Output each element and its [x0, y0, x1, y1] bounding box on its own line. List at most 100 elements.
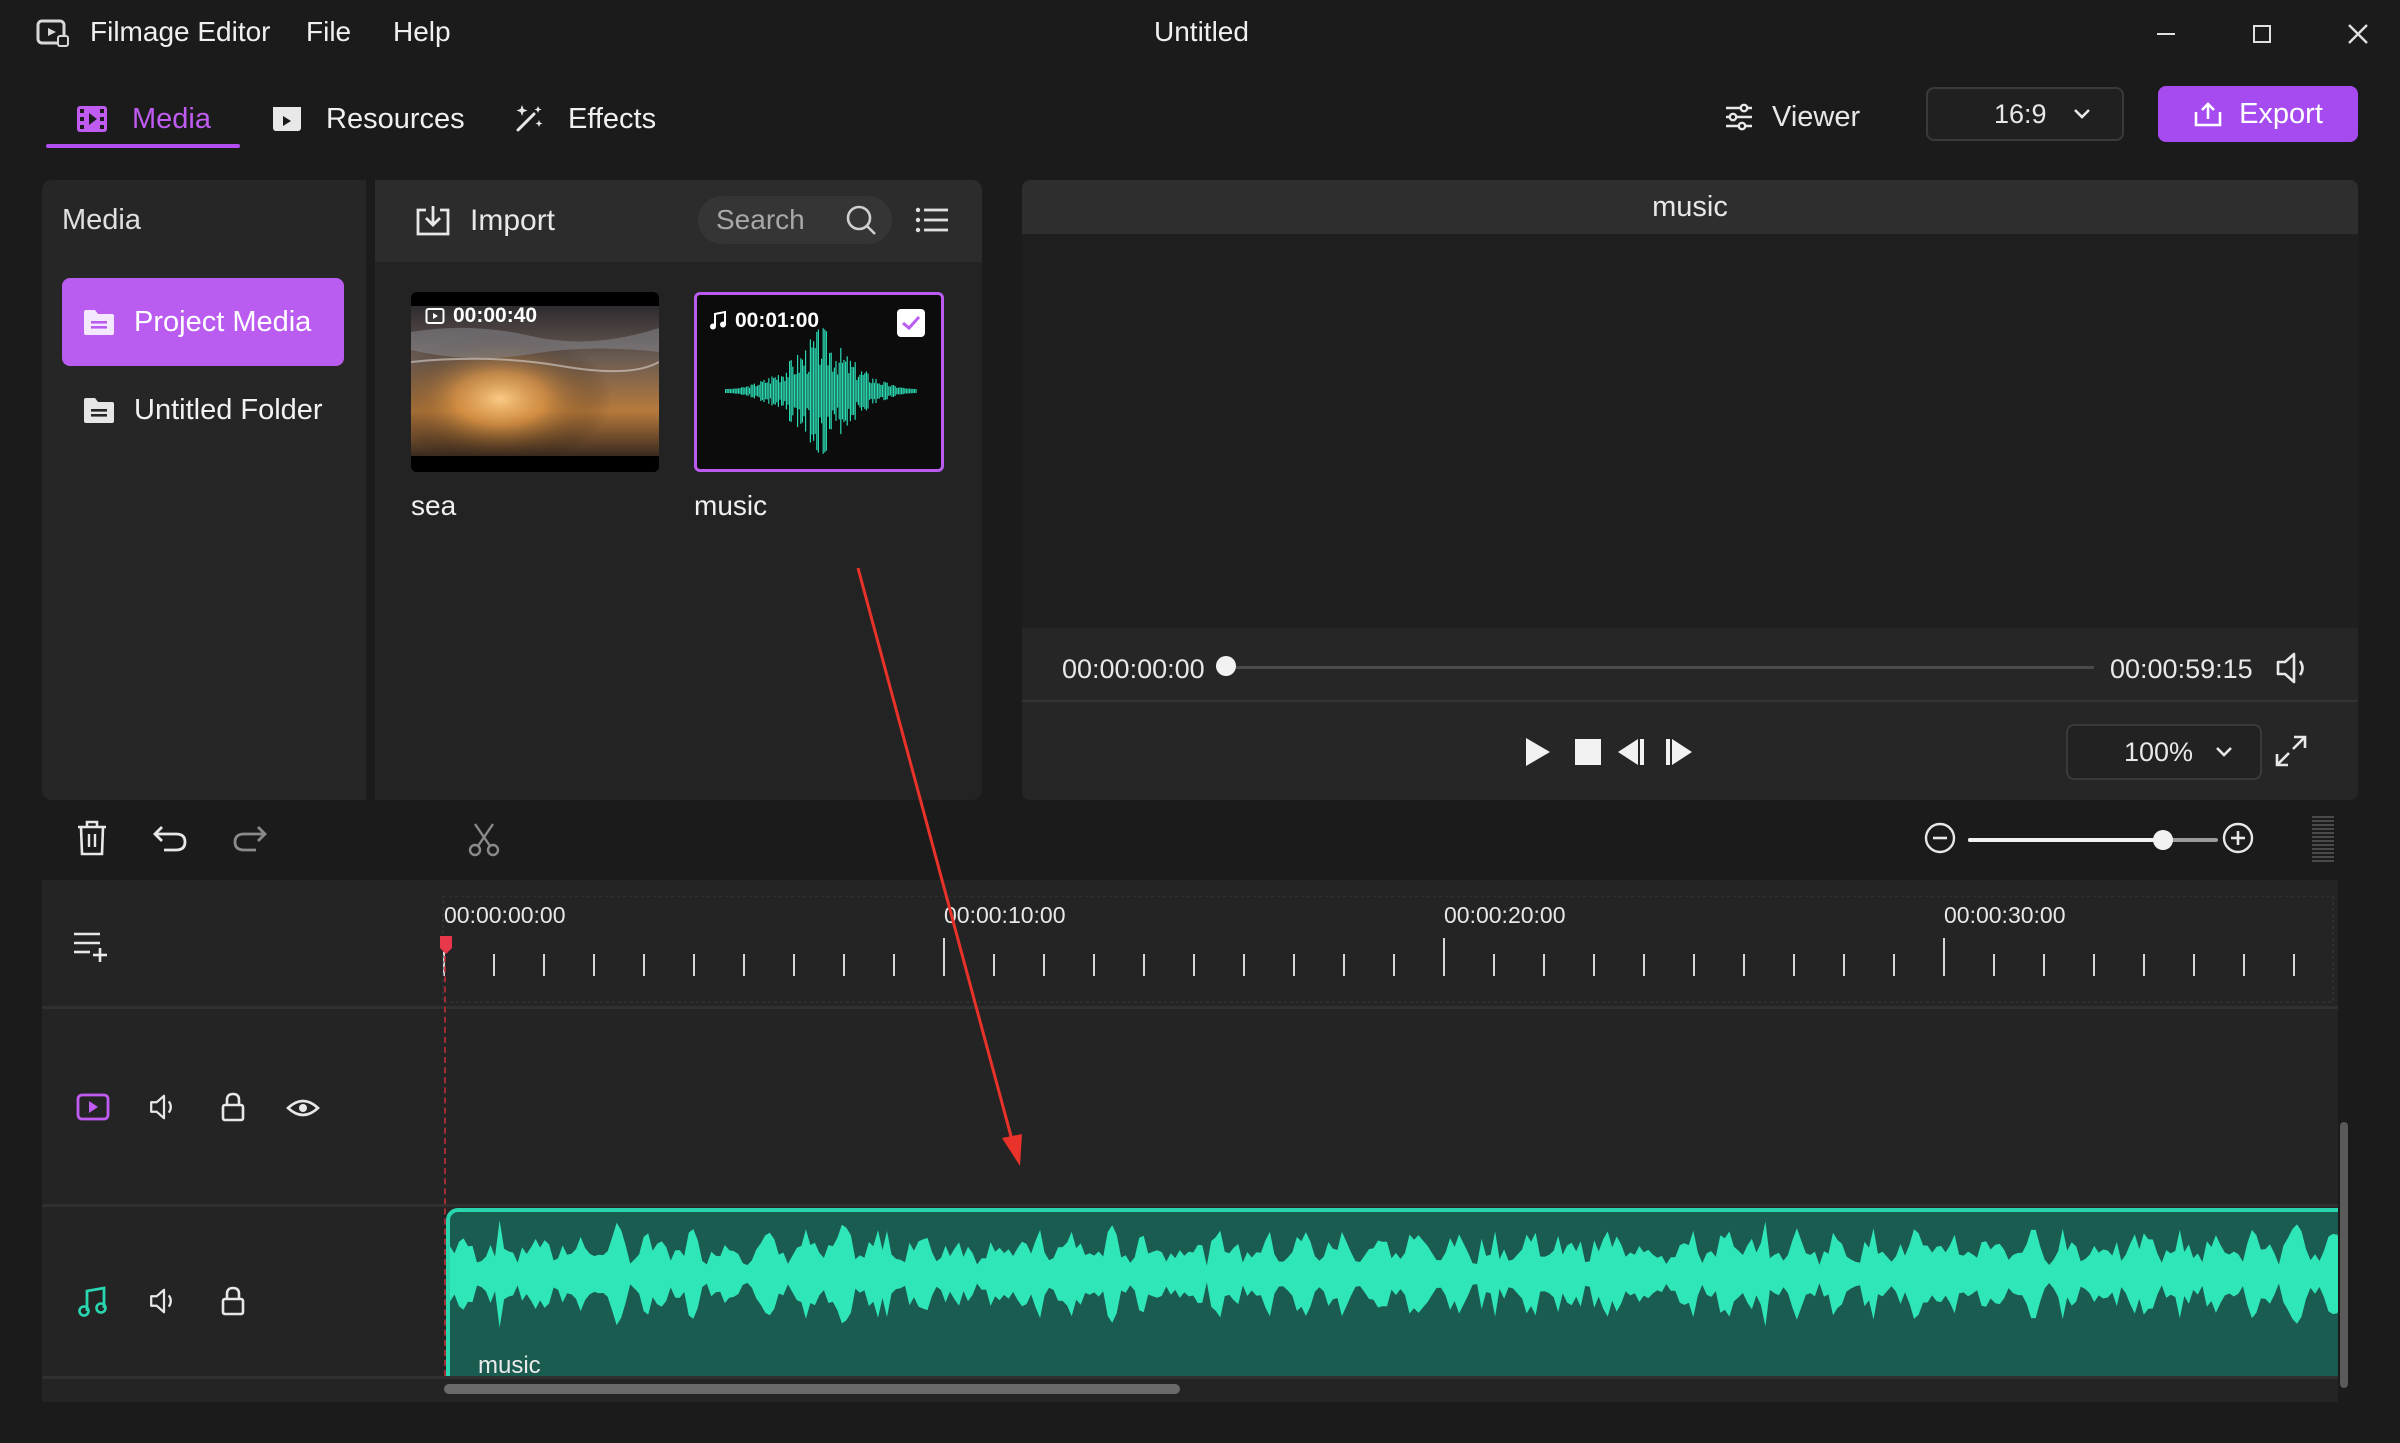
video-track-lock-button[interactable]: [220, 1092, 246, 1122]
lock-icon: [221, 1286, 245, 1316]
speaker-icon: [2276, 652, 2304, 684]
video-track-mute-button[interactable]: [148, 1092, 180, 1122]
scrubber-handle[interactable]: [1216, 656, 1236, 676]
import-icon: [416, 206, 450, 236]
timeline-ruler[interactable]: [442, 896, 2338, 1004]
end-timecode: 00:00:59:15: [2110, 654, 2253, 684]
timeline-vertical-scrollbar[interactable]: [2340, 1122, 2348, 1388]
volume-button[interactable]: [2274, 650, 2314, 686]
aspect-ratio-value: 16:9: [1994, 98, 2047, 129]
delete-button[interactable]: [72, 818, 112, 858]
search-placeholder: Search: [716, 204, 805, 235]
fullscreen-button[interactable]: [2274, 734, 2308, 768]
import-button[interactable]: Import: [414, 200, 555, 242]
upload-icon: [2194, 102, 2222, 127]
menu-help[interactable]: Help: [393, 16, 451, 48]
tab-media[interactable]: Media: [74, 92, 211, 146]
active-tab-indicator: [46, 144, 240, 148]
play-button[interactable]: [1522, 736, 1552, 768]
previous-frame-button[interactable]: [1616, 736, 1646, 768]
controls-divider: [1022, 700, 2358, 702]
eye-icon: [286, 1099, 320, 1117]
preview-screen: [1022, 234, 2358, 628]
timeline-horizontal-scrollbar[interactable]: [444, 1384, 1180, 1394]
sidebar-title: Media: [62, 204, 141, 236]
close-icon: [2348, 24, 2368, 44]
duration-badge: 00:00:40: [425, 304, 537, 328]
playback-scrubber[interactable]: [1226, 666, 2094, 669]
track-divider: [42, 1376, 2338, 1379]
video-track-icon: [76, 1092, 110, 1122]
minimize-button[interactable]: [2136, 12, 2196, 56]
zoom-select[interactable]: 100%: [2066, 724, 2262, 780]
scissors-icon: [468, 823, 500, 857]
selected-checkbox[interactable]: [897, 309, 925, 337]
sliders-icon: [1726, 103, 1752, 131]
playhead-line: [444, 936, 448, 1376]
duration-text: 00:00:40: [453, 304, 538, 327]
media-item-name: music: [694, 490, 768, 521]
media-sidebar: [42, 180, 366, 800]
media-item-sea[interactable]: 00:00:40: [411, 292, 659, 472]
minimize-icon: [2157, 33, 2175, 35]
tab-effects[interactable]: Effects: [512, 92, 656, 146]
minus-circle-icon: [1924, 822, 1956, 854]
media-item-name: sea: [411, 490, 457, 521]
audio-track-lock-button[interactable]: [220, 1286, 246, 1316]
speaker-icon: [150, 1288, 172, 1314]
zoom-out-button[interactable]: [1920, 818, 1960, 858]
media-item-music[interactable]: 00:01:00: [694, 292, 944, 472]
expand-icon: [2275, 735, 2307, 767]
folder-icon: [84, 310, 114, 335]
track-divider: [42, 1006, 2338, 1009]
maximize-icon: [2253, 25, 2271, 43]
aspect-ratio-select[interactable]: 16:9: [1926, 87, 2124, 141]
split-button[interactable]: [464, 820, 504, 860]
next-frame-button[interactable]: [1664, 736, 1694, 768]
search-input[interactable]: Search: [698, 196, 892, 244]
document-title: Untitled: [1154, 16, 1249, 47]
redo-button[interactable]: [230, 818, 270, 858]
sidebar-item-project-media[interactable]: Project Media: [62, 278, 344, 366]
app-logo-icon: [36, 18, 70, 48]
viewer-button[interactable]: Viewer: [1724, 94, 1860, 140]
playhead-marker[interactable]: [438, 934, 454, 956]
music-note-icon: [710, 311, 726, 330]
timeline-zoom-fill: [1968, 838, 2163, 842]
step-back-icon: [1618, 739, 1644, 765]
tab-effects-label: Effects: [568, 102, 657, 135]
undo-button[interactable]: [150, 818, 190, 858]
sidebar-item-label: Project Media: [134, 305, 312, 338]
maximize-button[interactable]: [2232, 12, 2292, 56]
list-view-button[interactable]: [914, 204, 950, 236]
add-track-icon: [74, 932, 107, 962]
duration-text: 00:01:00: [735, 309, 820, 332]
current-timecode: 00:00:00:00: [1062, 654, 1205, 684]
viewer-label: Viewer: [1772, 100, 1861, 133]
trash-icon: [78, 820, 106, 856]
menu-file[interactable]: File: [306, 16, 351, 48]
video-track-visibility-button[interactable]: [286, 1096, 320, 1120]
audio-track-mute-button[interactable]: [148, 1286, 180, 1316]
export-label: Export: [2239, 97, 2323, 130]
step-forward-icon: [1666, 739, 1692, 765]
import-label: Import: [470, 204, 556, 237]
media-panel: [375, 180, 982, 800]
search-icon[interactable]: [844, 203, 878, 237]
timeline-zoom-handle[interactable]: [2153, 830, 2173, 850]
film-icon: [77, 106, 107, 132]
close-button[interactable]: [2328, 12, 2388, 56]
audio-clip-music[interactable]: [446, 1208, 2338, 1376]
export-button[interactable]: Export: [2158, 86, 2358, 142]
tab-resources[interactable]: Resources: [270, 92, 465, 146]
chevron-down-icon: [2074, 109, 2090, 119]
folder-icon: [84, 398, 114, 423]
chevron-down-icon: [2216, 747, 2232, 757]
add-track-button[interactable]: [72, 928, 110, 964]
undo-icon: [153, 826, 187, 852]
viewer-title-bar: music: [1022, 180, 2358, 234]
sidebar-item-untitled-folder[interactable]: Untitled Folder: [62, 366, 344, 454]
stop-button[interactable]: [1574, 738, 1602, 766]
video-icon: [425, 308, 445, 324]
zoom-in-button[interactable]: [2218, 818, 2258, 858]
